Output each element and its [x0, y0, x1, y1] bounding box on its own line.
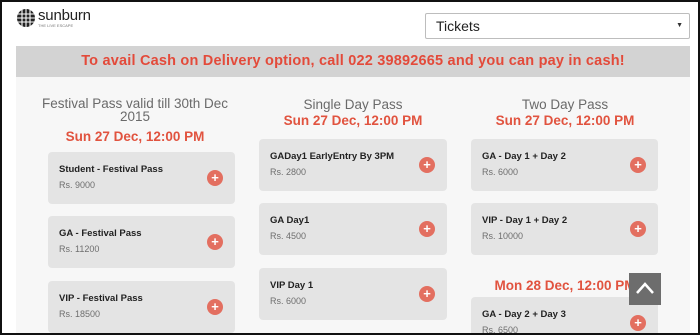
sunburn-logo[interactable]: sunburn THE LIVE ESCAPE	[16, 8, 91, 28]
ticket-name: GA Day1	[270, 215, 310, 226]
column-date: Sun 27 Dec, 12:00 PM	[283, 113, 423, 128]
column-festival-pass: Festival Pass valid till 30th Dec 2015 S…	[35, 77, 235, 144]
ticket-name: GA - Day 1 + Day 2	[482, 151, 566, 162]
column-date: Sun 27 Dec, 12:00 PM	[495, 113, 635, 128]
column-title: Single Day Pass	[303, 97, 403, 112]
ticket-price: Rs. 10000	[482, 231, 524, 241]
column-date: Sun 27 Dec, 12:00 PM	[65, 129, 205, 144]
ticket-name: GA - Day 2 + Day 3	[482, 309, 566, 320]
banner-text: To avail Cash on Delivery option, call 0…	[81, 53, 625, 69]
ticket-card[interactable]: GA Day1 Rs. 4500 +	[259, 203, 447, 255]
ticket-card[interactable]: Student - Festival Pass Rs. 9000 +	[48, 152, 235, 204]
add-ticket-button[interactable]: +	[207, 299, 223, 315]
ticket-listing: Festival Pass valid till 30th Dec 2015 S…	[16, 77, 690, 335]
ticket-card[interactable]: VIP - Festival Pass Rs. 18500 +	[48, 281, 235, 333]
ticket-price: Rs. 2800	[270, 167, 307, 177]
add-ticket-button[interactable]: +	[207, 234, 223, 250]
ticket-type-select-value: Tickets	[436, 18, 480, 34]
ticket-card[interactable]: GA - Day 1 + Day 2 Rs. 6000 +	[471, 139, 658, 191]
ticket-name: GA - Festival Pass	[59, 228, 142, 239]
logo-name: sunburn	[38, 7, 91, 24]
browser-frame: sunburn THE LIVE ESCAPE Tickets ▼ To ava…	[0, 0, 700, 335]
cash-on-delivery-banner: To avail Cash on Delivery option, call 0…	[16, 46, 690, 77]
column-title: Two Day Pass	[521, 97, 609, 112]
scroll-to-top-button[interactable]	[629, 273, 661, 305]
ticket-price: Rs. 6500	[482, 325, 519, 335]
add-ticket-button[interactable]: +	[630, 221, 646, 237]
column-single-day-pass: Single Day Pass Sun 27 Dec, 12:00 PM	[253, 77, 453, 128]
ticket-name: VIP Day 1	[270, 280, 314, 291]
ticket-card[interactable]: VIP - Day 1 + Day 2 Rs. 10000 +	[471, 203, 658, 255]
add-ticket-button[interactable]: +	[630, 157, 646, 173]
add-ticket-button[interactable]: +	[419, 157, 435, 173]
add-ticket-button[interactable]: +	[207, 170, 223, 186]
add-ticket-button[interactable]: +	[419, 221, 435, 237]
ticket-price: Rs. 11200	[59, 244, 100, 254]
ticket-price: Rs. 4500	[270, 231, 307, 241]
ticket-name: GADay1 EarlyEntry By 3PM	[270, 151, 395, 162]
column-title: Festival Pass valid till 30th Dec 2015	[41, 96, 229, 124]
ticket-type-select[interactable]: Tickets ▼	[425, 13, 690, 39]
site-header: sunburn THE LIVE ESCAPE Tickets ▼	[2, 2, 698, 48]
ticket-price: Rs. 6000	[482, 167, 519, 177]
ticket-name: VIP - Festival Pass	[59, 293, 143, 304]
chevron-up-icon	[636, 282, 654, 294]
column-two-day-pass: Two Day Pass Sun 27 Dec, 12:00 PM	[465, 77, 665, 128]
ticket-card[interactable]: GADay1 EarlyEntry By 3PM Rs. 2800 +	[259, 139, 447, 191]
ticket-name: VIP - Day 1 + Day 2	[482, 215, 568, 226]
caret-down-icon: ▼	[676, 22, 683, 29]
logo-tagline: THE LIVE ESCAPE	[38, 23, 74, 28]
ticket-card[interactable]: GA - Festival Pass Rs. 11200 +	[48, 216, 235, 268]
ticket-price: Rs. 18500	[59, 309, 101, 319]
ticket-price: Rs. 9000	[59, 180, 96, 190]
add-ticket-button[interactable]: +	[630, 315, 646, 331]
ticket-name: Student - Festival Pass	[59, 164, 164, 175]
ticket-card[interactable]: VIP Day 1 Rs. 6000 +	[259, 268, 447, 320]
add-ticket-button[interactable]: +	[419, 286, 435, 302]
ticket-price: Rs. 6000	[270, 296, 307, 306]
globe-grid-icon	[17, 9, 35, 27]
